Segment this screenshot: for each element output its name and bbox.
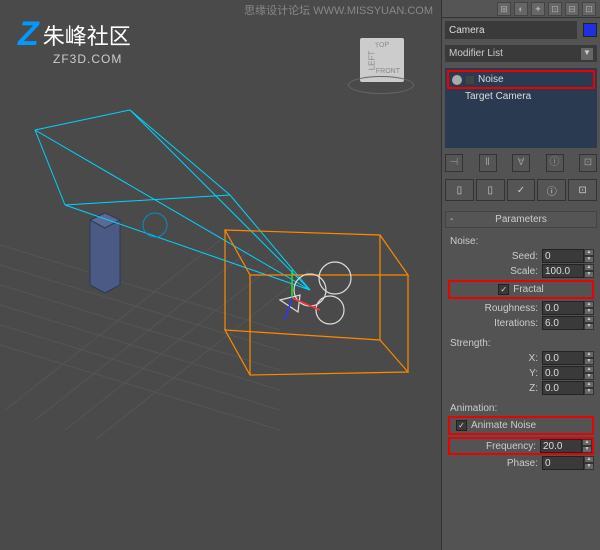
fractal-checkbox[interactable]: ✓ bbox=[498, 284, 509, 295]
visibility-icon[interactable] bbox=[452, 75, 462, 85]
frequency-row: Frequency: 20.0 ▲▼ bbox=[448, 437, 594, 455]
spinner-down-icon[interactable]: ▼ bbox=[584, 308, 594, 315]
expand-icon[interactable] bbox=[466, 76, 474, 84]
animate-noise-row: ✓ Animate Noise bbox=[448, 416, 594, 435]
tab-icon[interactable]: ⊟ bbox=[565, 2, 579, 16]
remove-modifier-button[interactable]: ⓘ bbox=[546, 154, 564, 172]
fractal-checkbox-row: ✓ Fractal bbox=[448, 280, 594, 299]
spinner-down-icon[interactable]: ▼ bbox=[584, 463, 594, 470]
animate-noise-checkbox[interactable]: ✓ bbox=[456, 420, 467, 431]
spinner-down-icon[interactable]: ▼ bbox=[584, 373, 594, 380]
spinner-down-icon[interactable]: ▼ bbox=[584, 358, 594, 365]
animation-group-label: Animation: bbox=[450, 403, 594, 414]
tab-icon[interactable]: ◐ bbox=[514, 2, 528, 16]
object-name-field[interactable]: Camera bbox=[445, 21, 577, 39]
strength-group-label: Strength: bbox=[450, 338, 594, 349]
modifier-list-dropdown[interactable]: Modifier List ▼ bbox=[445, 45, 597, 62]
stack-button[interactable]: ⊡ bbox=[568, 179, 597, 201]
strength-z-spinner[interactable]: 0.0 bbox=[542, 381, 584, 395]
spinner-up-icon[interactable]: ▲ bbox=[584, 351, 594, 358]
strength-y-row: Y: 0.0 ▲▼ bbox=[448, 366, 594, 380]
iterations-row: Iterations: 6.0 ▲▼ bbox=[448, 316, 594, 330]
scene-content bbox=[0, 0, 441, 550]
strength-x-row: X: 0.0 ▲▼ bbox=[448, 351, 594, 365]
camera-wireframe bbox=[35, 110, 310, 290]
rollout-header[interactable]: - Parameters bbox=[445, 211, 597, 228]
viewport-3d[interactable]: 思缘设计论坛 WWW.MISSYUAN.COM Z朱峰社区 ZF3D.COM T… bbox=[0, 0, 441, 550]
spinner-up-icon[interactable]: ▲ bbox=[584, 316, 594, 323]
roughness-spinner[interactable]: 0.0 bbox=[542, 301, 584, 315]
phase-row: Phase: 0 ▲▼ bbox=[448, 456, 594, 470]
modifier-item-noise[interactable]: Noise bbox=[447, 70, 595, 89]
object-color-swatch[interactable] bbox=[583, 23, 597, 37]
spinner-up-icon[interactable]: ▲ bbox=[584, 249, 594, 256]
noise-group-label: Noise: bbox=[450, 236, 594, 247]
seed-spinner[interactable]: 0 bbox=[542, 249, 584, 263]
spinner-down-icon[interactable]: ▼ bbox=[584, 388, 594, 395]
spinner-down-icon[interactable]: ▼ bbox=[582, 446, 592, 453]
stack-option-buttons: ▯ ▯ ✓ ⓘ ⊡ bbox=[445, 179, 597, 201]
spinner-up-icon[interactable]: ▲ bbox=[582, 439, 592, 446]
iterations-spinner[interactable]: 6.0 bbox=[542, 316, 584, 330]
scale-spinner[interactable]: 100.0 bbox=[542, 264, 584, 278]
spinner-down-icon[interactable]: ▼ bbox=[584, 256, 594, 263]
cylinder-object bbox=[90, 213, 120, 293]
spinner-up-icon[interactable]: ▲ bbox=[584, 456, 594, 463]
roughness-row: Roughness: 0.0 ▲▼ bbox=[448, 301, 594, 315]
tab-icon[interactable]: ⊡ bbox=[582, 2, 596, 16]
parameters-rollout: - Parameters Noise: Seed: 0 ▲▼ Scale: 10… bbox=[442, 209, 600, 474]
phase-spinner[interactable]: 0 bbox=[542, 456, 584, 470]
modifier-item-camera[interactable]: Target Camera bbox=[447, 89, 595, 104]
spinner-up-icon[interactable]: ▲ bbox=[584, 301, 594, 308]
tab-icon[interactable]: ⊞ bbox=[497, 2, 511, 16]
pin-stack-button[interactable]: ⊣ bbox=[445, 154, 463, 172]
stack-button[interactable]: ✓ bbox=[507, 179, 536, 201]
spinner-down-icon[interactable]: ▼ bbox=[584, 323, 594, 330]
selection-bbox bbox=[225, 230, 408, 375]
strength-z-row: Z: 0.0 ▲▼ bbox=[448, 381, 594, 395]
stack-button[interactable]: ⓘ bbox=[537, 179, 566, 201]
show-result-button[interactable]: Ⅱ bbox=[479, 154, 497, 172]
modifier-stack-tools: ⊣ Ⅱ ∀ ⓘ ⊡ bbox=[445, 154, 597, 172]
strength-x-spinner[interactable]: 0.0 bbox=[542, 351, 584, 365]
command-panel-tabs: ⊞ ◐ ✦ ⊡ ⊟ ⊡ bbox=[442, 0, 600, 18]
spinner-up-icon[interactable]: ▲ bbox=[584, 264, 594, 271]
tab-icon[interactable]: ⊡ bbox=[548, 2, 562, 16]
scale-row: Scale: 100.0 ▲▼ bbox=[448, 264, 594, 278]
frequency-spinner[interactable]: 20.0 bbox=[540, 439, 582, 453]
spinner-up-icon[interactable]: ▲ bbox=[584, 381, 594, 388]
transform-gizmo bbox=[285, 270, 320, 320]
modifier-stack[interactable]: Noise Target Camera bbox=[445, 68, 597, 148]
seed-row: Seed: 0 ▲▼ bbox=[448, 249, 594, 263]
configure-sets-button[interactable]: ⊡ bbox=[579, 154, 597, 172]
tab-icon[interactable]: ✦ bbox=[531, 2, 545, 16]
make-unique-button[interactable]: ∀ bbox=[512, 154, 530, 172]
spinner-down-icon[interactable]: ▼ bbox=[584, 271, 594, 278]
stack-button[interactable]: ▯ bbox=[445, 179, 474, 201]
strength-y-spinner[interactable]: 0.0 bbox=[542, 366, 584, 380]
spinner-up-icon[interactable]: ▲ bbox=[584, 366, 594, 373]
modify-panel: ⊞ ◐ ✦ ⊡ ⊟ ⊡ Camera Modifier List ▼ Noise… bbox=[441, 0, 600, 550]
stack-button[interactable]: ▯ bbox=[476, 179, 505, 201]
dropdown-arrow-icon: ▼ bbox=[581, 48, 593, 60]
